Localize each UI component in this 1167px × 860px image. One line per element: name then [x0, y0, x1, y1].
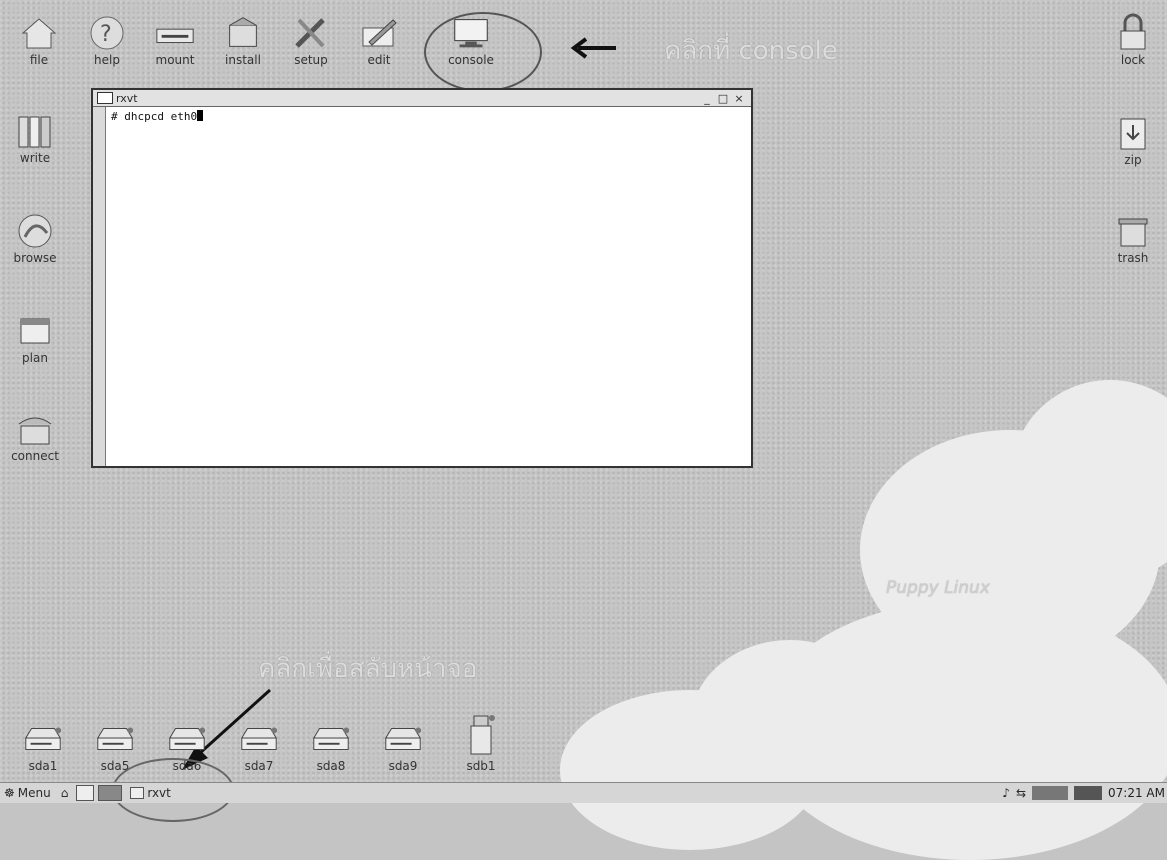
edit-icon-button[interactable]: edit — [344, 14, 414, 67]
rxvt-window[interactable]: rxvt _ □ × # dhcpcd eth0 — [91, 88, 753, 468]
hard-drive-icon — [94, 720, 136, 758]
cpu-monitor-icon — [1032, 786, 1069, 800]
terminal-cursor — [197, 110, 204, 121]
quick-launch-home-icon[interactable]: ⌂ — [61, 786, 69, 800]
trash-icon — [1112, 212, 1154, 250]
hard-drive-icon — [166, 720, 208, 758]
connect-icon-button[interactable]: connect — [0, 410, 70, 463]
globe-icon — [14, 212, 56, 250]
terminal-icon — [97, 92, 113, 104]
terminal-command: # dhcpcd eth0 — [111, 110, 198, 123]
lock-icon — [1112, 13, 1154, 52]
close-button[interactable]: × — [733, 92, 745, 105]
lock-icon-button[interactable]: lock — [1098, 13, 1167, 67]
puppy-menu-icon: ☸ — [4, 786, 15, 800]
task-label: rxvt — [147, 786, 171, 800]
bottom-annotation-text: คลิกเพื่อสลับหน้าจอ — [258, 654, 478, 684]
trash-icon-button[interactable]: trash — [1098, 212, 1167, 265]
books-icon — [14, 112, 56, 150]
hard-drive-icon — [238, 720, 280, 758]
hard-drive-icon — [22, 720, 64, 758]
mount-icon-button[interactable]: mount — [140, 14, 210, 67]
highlight-circle — [424, 12, 542, 92]
archive-icon — [1112, 114, 1154, 152]
terminal-icon — [130, 787, 145, 799]
puppy-linux-watermark: Puppy Linux — [886, 578, 990, 598]
terminal-scrollbar[interactable] — [93, 107, 106, 466]
arrow-left-icon — [570, 37, 616, 59]
hard-drive-icon — [310, 720, 352, 758]
drive-sda8[interactable]: sda8 — [296, 720, 366, 773]
home-icon — [18, 14, 60, 52]
volume-icon[interactable]: ♪ — [1002, 786, 1010, 800]
tools-icon — [290, 14, 332, 52]
menu-label: Menu — [17, 786, 51, 800]
minimize-button[interactable]: _ — [701, 92, 713, 105]
window-title: rxvt — [116, 91, 138, 105]
file-icon-button[interactable]: file — [4, 14, 74, 67]
svg-text:?: ? — [100, 22, 112, 47]
help-icon: ? — [86, 14, 128, 52]
quick-launch-browser-icon[interactable] — [76, 785, 95, 801]
quick-launch-terminal-icon[interactable] — [98, 785, 123, 801]
pencil-icon — [358, 14, 400, 52]
clock[interactable]: 07:21 AM — [1108, 786, 1165, 800]
phone-icon — [14, 410, 56, 448]
plan-icon-button[interactable]: plan — [0, 312, 70, 365]
usb-drive-icon — [460, 712, 502, 758]
taskbar: ☸ Menu ⌂ rxvt ♪ ⇆ 07:21 AM — [0, 782, 1167, 803]
calendar-icon — [14, 312, 56, 350]
drive-sda1[interactable]: sda1 — [8, 720, 78, 773]
help-icon-button[interactable]: ? help — [72, 14, 142, 67]
drive-icon — [154, 14, 196, 52]
drive-sda9[interactable]: sda9 — [368, 720, 438, 773]
memory-monitor-icon — [1074, 786, 1103, 800]
window-titlebar[interactable]: rxvt _ □ × — [93, 90, 751, 107]
desktop: Puppy Linux file ? help mount install se… — [0, 0, 1167, 860]
maximize-button[interactable]: □ — [717, 92, 729, 105]
setup-icon-button[interactable]: setup — [276, 14, 346, 67]
terminal-output[interactable]: # dhcpcd eth0 — [111, 110, 204, 123]
package-icon — [222, 14, 264, 52]
hard-drive-icon — [382, 720, 424, 758]
zip-icon-button[interactable]: zip — [1098, 114, 1167, 167]
write-icon-button[interactable]: write — [0, 112, 70, 165]
top-annotation-text: คลิกที่ console — [664, 36, 838, 66]
network-icon[interactable]: ⇆ — [1016, 786, 1026, 800]
system-tray: ♪ ⇆ 07:21 AM — [1002, 783, 1167, 803]
drive-sda7[interactable]: sda7 — [224, 720, 294, 773]
taskbar-task-rxvt[interactable]: rxvt — [130, 786, 171, 800]
drive-sdb1[interactable]: sdb1 — [446, 712, 516, 773]
browse-icon-button[interactable]: browse — [0, 212, 70, 265]
start-menu-button[interactable]: ☸ Menu — [4, 786, 51, 800]
install-icon-button[interactable]: install — [208, 14, 278, 67]
